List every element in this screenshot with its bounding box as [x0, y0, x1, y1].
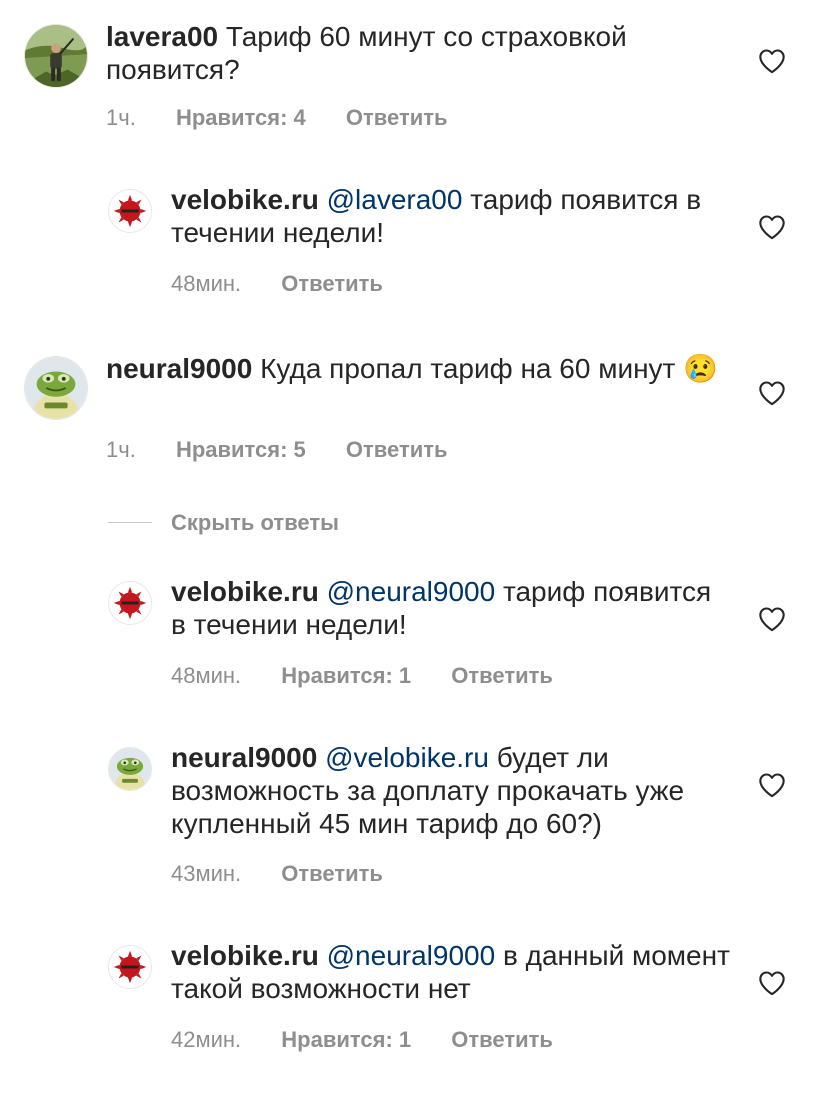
heart-outline-icon[interactable] — [758, 380, 786, 406]
reply-button[interactable]: Ответить — [281, 861, 383, 887]
comment-meta: 43мин. Ответить — [171, 861, 417, 887]
comment-username[interactable]: lavera00 — [106, 21, 218, 52]
comment-time: 42мин. — [171, 1027, 242, 1052]
comment-meta: 1ч. Нравится: 5 Ответить — [106, 437, 482, 463]
velobike-logo-avatar[interactable] — [108, 189, 152, 233]
comment-text: neural9000 Куда пропал тариф на 60 минут… — [106, 352, 726, 385]
reply-button[interactable]: Ответить — [451, 1027, 553, 1053]
comment-time: 48мин. — [171, 271, 242, 296]
mention-link[interactable]: @neural9000 — [327, 576, 496, 607]
divider-line — [108, 522, 152, 523]
reply-button[interactable]: Ответить — [281, 271, 383, 297]
frog-avatar[interactable] — [24, 356, 88, 420]
comment-username[interactable]: velobike.ru — [171, 576, 319, 607]
comment-meta: 42мин. Нравится: 1 Ответить — [171, 1027, 587, 1053]
comment-time: 43мин. — [171, 861, 242, 886]
comment-username[interactable]: velobike.ru — [171, 184, 319, 215]
comment-username[interactable]: neural9000 — [106, 353, 252, 384]
velobike-logo-avatar[interactable] — [108, 945, 152, 989]
likes-count-button[interactable]: Нравится: 5 — [176, 437, 306, 463]
likes-count-button[interactable]: Нравится: 1 — [281, 1027, 411, 1053]
reply-button[interactable]: Ответить — [451, 663, 553, 689]
comment-meta: 48мин. Ответить — [171, 271, 417, 297]
mention-link[interactable]: @lavera00 — [327, 184, 463, 215]
heart-outline-icon[interactable] — [758, 48, 786, 74]
mention-link[interactable]: @neural9000 — [327, 940, 496, 971]
hide-replies-label[interactable]: Скрыть ответы — [171, 510, 339, 536]
likes-count-button[interactable]: Нравится: 1 — [281, 663, 411, 689]
comment-text: velobike.ru @neural9000 в данный момент … — [171, 939, 731, 1005]
heart-outline-icon[interactable] — [758, 970, 786, 996]
heart-outline-icon[interactable] — [758, 772, 786, 798]
comment-meta: 48мин. Нравится: 1 Ответить — [171, 663, 587, 689]
reply-button[interactable]: Ответить — [346, 437, 448, 463]
comment-time: 48мин. — [171, 663, 242, 688]
comment-body: Куда пропал тариф на 60 минут 😢 — [260, 353, 719, 384]
comment-time: 1ч. — [106, 437, 136, 462]
hide-replies-toggle[interactable]: Скрыть ответы — [108, 508, 408, 538]
comment-username[interactable]: neural9000 — [171, 742, 317, 773]
comment-text: neural9000 @velobike.ru будет ли возможн… — [171, 741, 731, 840]
comment-text: velobike.ru @neural9000 тариф появится в… — [171, 575, 731, 641]
frog-avatar[interactable] — [108, 747, 152, 791]
reply-button[interactable]: Ответить — [346, 105, 448, 131]
comment-text: lavera00 Тариф 60 минут со страховкой по… — [106, 20, 726, 86]
mention-link[interactable]: @velobike.ru — [325, 742, 489, 773]
velobike-logo-avatar[interactable] — [108, 581, 152, 625]
user-photo-avatar[interactable] — [24, 24, 88, 88]
comment-username[interactable]: velobike.ru — [171, 940, 319, 971]
comment-time: 1ч. — [106, 105, 136, 130]
comment-text: velobike.ru @lavera00 тариф появится в т… — [171, 183, 731, 249]
likes-count-button[interactable]: Нравится: 4 — [176, 105, 306, 131]
heart-outline-icon[interactable] — [758, 214, 786, 240]
comment-meta: 1ч. Нравится: 4 Ответить — [106, 105, 482, 131]
heart-outline-icon[interactable] — [758, 606, 786, 632]
